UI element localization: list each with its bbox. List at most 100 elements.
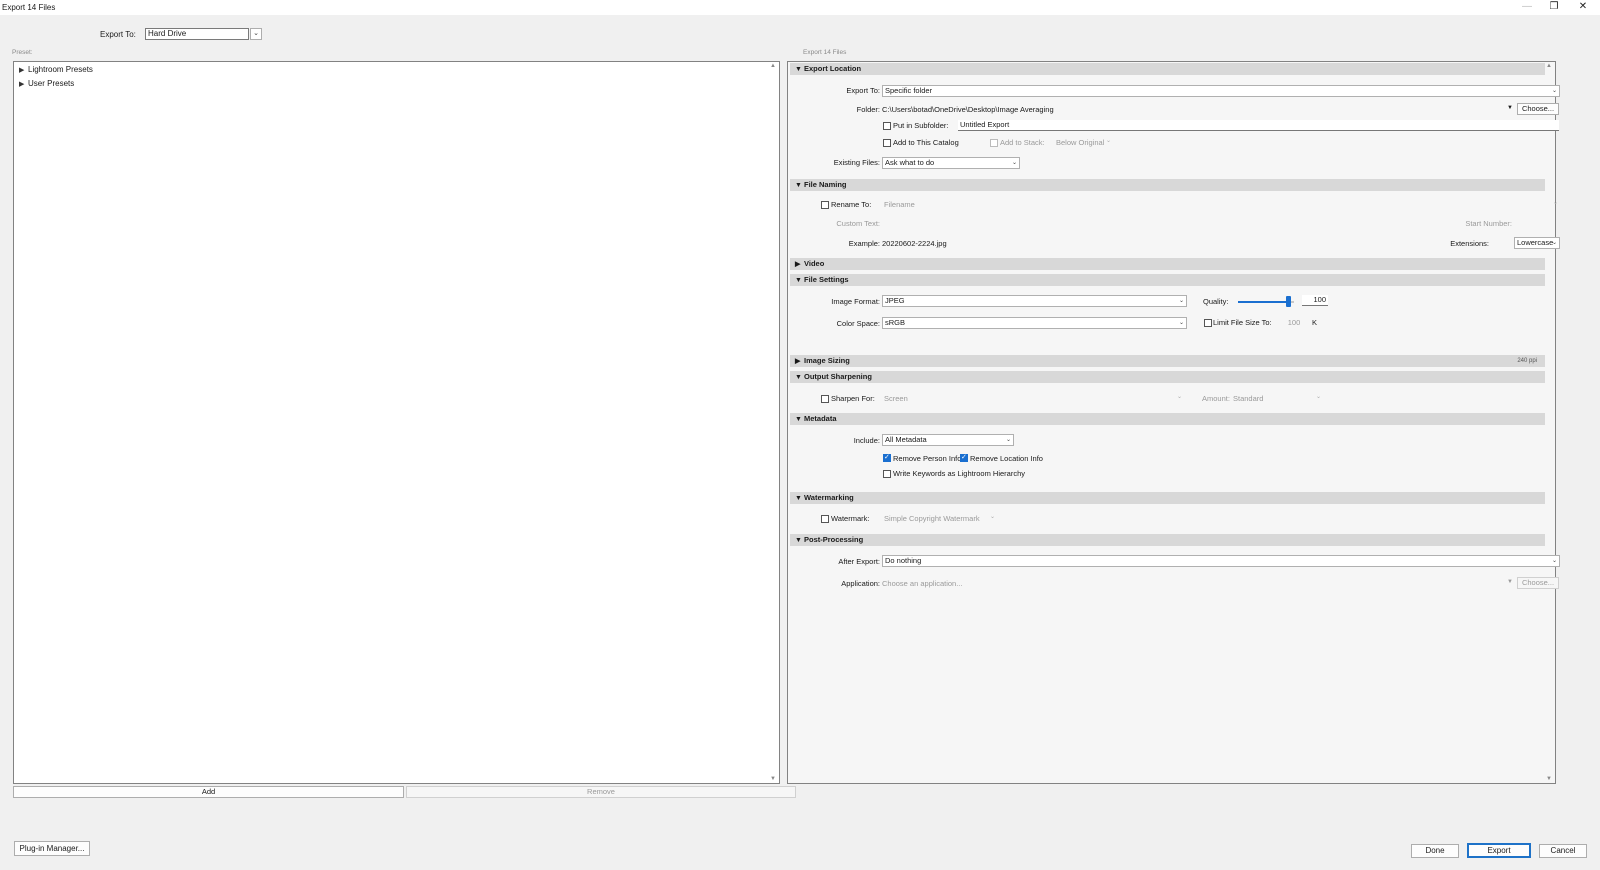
add-preset-button[interactable]: Add: [13, 786, 404, 798]
section-output-sharpening[interactable]: ▼ Output Sharpening: [790, 371, 1545, 383]
export-to-dropdown-button[interactable]: ⌄: [250, 28, 262, 40]
remove-location-checkbox[interactable]: [960, 453, 968, 462]
preset-item-label: Lightroom Presets: [28, 65, 93, 74]
section-post-processing[interactable]: ▼ Post-Processing: [790, 534, 1545, 546]
sharpen-checkbox[interactable]: [821, 395, 829, 403]
done-button[interactable]: Done: [1411, 844, 1459, 858]
watermark-value: Simple Copyright Watermark: [884, 514, 980, 523]
scroll-up-icon[interactable]: ▲: [1546, 63, 1552, 69]
rename-template-select[interactable]: Filename ⌄: [884, 200, 1560, 209]
existing-files-select[interactable]: Ask what to do ⌄: [882, 157, 1020, 169]
add-stack-checkbox[interactable]: [990, 139, 998, 147]
section-title: Image Sizing: [804, 356, 850, 365]
remove-location-label: Remove Location Info: [970, 454, 1043, 463]
after-export-value: Do nothing: [885, 556, 922, 565]
section-metadata[interactable]: ▼ Metadata: [790, 413, 1545, 425]
example-label: Example:: [848, 239, 880, 248]
chevron-down-icon: ⌄: [1005, 437, 1011, 443]
section-video[interactable]: ▶ Video: [790, 258, 1545, 270]
rename-label: Rename To:: [831, 200, 872, 209]
metadata-include-value: All Metadata: [885, 435, 927, 444]
section-title: Post-Processing: [804, 535, 864, 544]
sharpen-for-select[interactable]: Screen ⌄: [884, 394, 1184, 403]
preset-scrollbar[interactable]: ▲ ▼: [769, 62, 779, 783]
scroll-down-icon[interactable]: ▼: [770, 776, 776, 782]
quality-label: Quality:: [1203, 297, 1229, 306]
chevron-down-icon: ⌄: [1315, 394, 1321, 400]
quality-input[interactable]: 100: [1302, 295, 1328, 306]
subfolder-input[interactable]: Untitled Export: [958, 120, 1559, 131]
amount-select[interactable]: Standard ⌄: [1233, 394, 1323, 403]
collapse-triangle-icon: ▼: [795, 495, 802, 502]
add-catalog-checkbox[interactable]: [883, 139, 891, 147]
subfolder-checkbox[interactable]: [883, 122, 891, 130]
section-title: Output Sharpening: [804, 372, 872, 381]
preset-item-lightroom[interactable]: ▶ Lightroom Presets: [19, 65, 93, 74]
export-to-label: Export To:: [846, 86, 880, 95]
title-bar: Export 14 Files — ❐ ✕: [0, 0, 1600, 15]
collapse-triangle-icon: ▼: [795, 416, 802, 423]
color-space-select[interactable]: sRGB ⌄: [882, 317, 1187, 329]
remove-person-label: Remove Person Info: [893, 454, 962, 463]
chevron-down-icon: ⌄: [1551, 558, 1557, 564]
preset-item-user[interactable]: ▶ User Presets: [19, 79, 74, 88]
quality-slider[interactable]: [1238, 296, 1294, 307]
write-keywords-checkbox[interactable]: [883, 470, 891, 478]
stack-position-select[interactable]: Below Original ⌄: [1056, 138, 1113, 147]
section-image-sizing[interactable]: ▶ Image Sizing 240 ppi: [790, 355, 1545, 367]
watermark-select[interactable]: Simple Copyright Watermark ⌄: [884, 514, 997, 523]
preset-list[interactable]: ▶ Lightroom Presets ▶ User Presets ▲ ▼: [13, 61, 780, 784]
expand-arrow-icon[interactable]: ▶: [19, 80, 28, 88]
cancel-button[interactable]: Cancel: [1539, 844, 1587, 858]
export-button[interactable]: Export: [1467, 843, 1531, 858]
scroll-up-icon[interactable]: ▲: [770, 63, 776, 69]
after-export-select[interactable]: Do nothing ⌄: [882, 555, 1560, 567]
limit-size-checkbox[interactable]: [1204, 319, 1212, 327]
folder-history-dropdown-icon[interactable]: ▼: [1507, 105, 1513, 111]
sharpen-for-value: Screen: [884, 394, 908, 403]
section-title: Metadata: [804, 414, 837, 423]
extensions-select[interactable]: Lowercase ⌄: [1514, 237, 1560, 249]
export-location-value: Specific folder: [885, 86, 933, 95]
chevron-down-icon: ⌄: [1551, 240, 1557, 246]
scroll-down-icon[interactable]: ▼: [1546, 776, 1552, 782]
plugin-manager-button[interactable]: Plug-in Manager...: [14, 841, 90, 856]
amount-value: Standard: [1233, 394, 1264, 403]
window-title: Export 14 Files: [2, 3, 56, 12]
section-file-naming[interactable]: ▼ File Naming: [790, 179, 1545, 191]
image-format-select[interactable]: JPEG ⌄: [882, 295, 1187, 307]
minimize-icon[interactable]: —: [1516, 0, 1538, 15]
section-file-settings[interactable]: ▼ File Settings: [790, 274, 1545, 286]
settings-scrollbar[interactable]: ▲ ▼: [1545, 62, 1555, 783]
limit-size-input[interactable]: 100: [1283, 318, 1305, 327]
existing-files-label: Existing Files:: [833, 158, 880, 167]
example-value: 20220602-2224.jpg: [882, 239, 947, 248]
extensions-label: Extensions:: [1450, 239, 1489, 248]
choose-application-button[interactable]: Choose...: [1517, 577, 1559, 589]
start-number-label: Start Number:: [1465, 219, 1512, 228]
preset-label: Preset:: [12, 49, 33, 56]
choose-folder-button[interactable]: Choose...: [1517, 103, 1559, 115]
add-catalog-label: Add to This Catalog: [893, 138, 959, 147]
application-history-dropdown-icon[interactable]: ▼: [1507, 579, 1513, 585]
watermark-checkbox[interactable]: [821, 515, 829, 523]
export-to-select[interactable]: Hard Drive: [145, 28, 249, 40]
section-watermarking[interactable]: ▼ Watermarking: [790, 492, 1545, 504]
section-title: Watermarking: [804, 493, 854, 502]
restore-icon[interactable]: ❐: [1543, 0, 1565, 15]
rename-checkbox[interactable]: [821, 201, 829, 209]
application-input[interactable]: Choose an application...: [882, 579, 962, 588]
amount-label: Amount:: [1202, 394, 1230, 403]
settings-label: Export 14 Files: [803, 49, 847, 56]
remove-person-checkbox[interactable]: [883, 453, 891, 462]
remove-preset-button[interactable]: Remove: [406, 786, 796, 798]
export-location-select[interactable]: Specific folder ⌄: [882, 85, 1560, 97]
section-export-location[interactable]: ▼ Export Location: [790, 63, 1545, 75]
close-icon[interactable]: ✕: [1572, 0, 1594, 15]
metadata-include-select[interactable]: All Metadata ⌄: [882, 434, 1014, 446]
watermark-label: Watermark:: [831, 514, 870, 523]
subfolder-label: Put in Subfolder:: [893, 121, 949, 130]
chevron-down-icon: ⌄: [1105, 138, 1111, 144]
quality-slider-thumb[interactable]: [1286, 296, 1292, 307]
expand-arrow-icon[interactable]: ▶: [19, 66, 28, 74]
